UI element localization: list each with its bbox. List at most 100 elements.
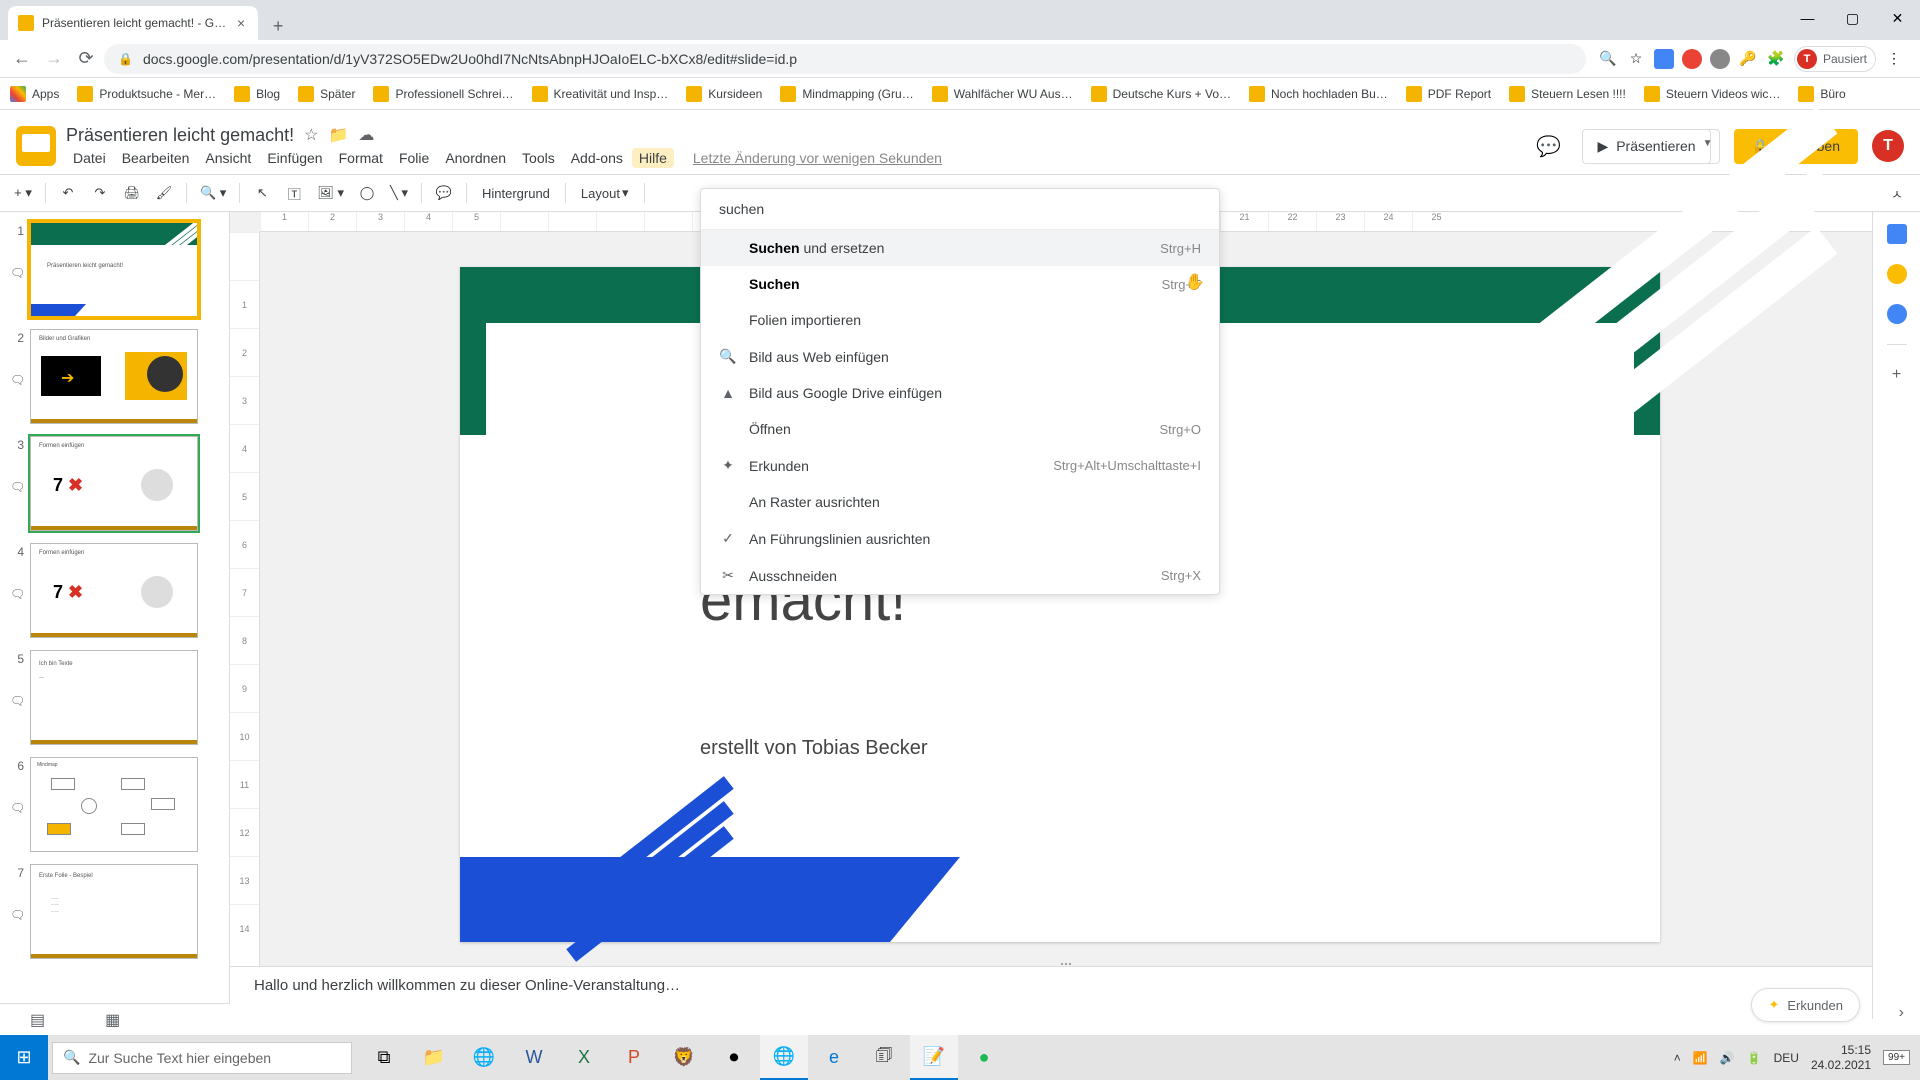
zoom-icon[interactable]: 🔍	[1598, 49, 1618, 69]
word-icon[interactable]: W	[510, 1035, 558, 1080]
obs-icon[interactable]: ⏺	[710, 1035, 758, 1080]
maximize-icon[interactable]: ▢	[1830, 0, 1875, 36]
undo-button[interactable]: ↶	[55, 180, 81, 206]
reload-button[interactable]: ⟳	[72, 45, 100, 73]
app-icon[interactable]: 🌐	[460, 1035, 508, 1080]
powerpoint-icon[interactable]: P	[610, 1035, 658, 1080]
help-search-input[interactable]: suchen	[701, 189, 1219, 230]
notepad-icon[interactable]: 📝	[910, 1035, 958, 1080]
app-icon-2[interactable]: 🗊	[860, 1035, 908, 1080]
taskbar-search[interactable]: 🔍 Zur Suche Text hier eingeben	[52, 1042, 352, 1074]
print-button[interactable]: 🖨	[119, 180, 145, 206]
zoom-button[interactable]: 🔍 ▾	[196, 180, 230, 206]
help-search-result[interactable]: SuchenStrg+F	[701, 266, 1219, 302]
bookmark-item[interactable]: Noch hochladen Bu…	[1249, 86, 1388, 102]
menu-bearbeiten[interactable]: Bearbeiten	[115, 148, 197, 168]
ext-icon-3[interactable]	[1710, 49, 1730, 69]
star-icon[interactable]: ☆	[304, 125, 318, 145]
menu-format[interactable]: Format	[332, 148, 390, 168]
wifi-icon[interactable]: 📶	[1693, 1051, 1708, 1065]
bookmark-item[interactable]: Produktsuche - Mer…	[77, 86, 216, 102]
profile-chip[interactable]: T Pausiert	[1794, 46, 1876, 72]
new-slide-button[interactable]: + ▾	[10, 180, 36, 206]
menu-hilfe[interactable]: Hilfe	[632, 148, 674, 168]
battery-icon[interactable]: 🔋	[1747, 1051, 1762, 1065]
menu-folie[interactable]: Folie	[392, 148, 436, 168]
move-icon[interactable]: 📁	[328, 125, 348, 145]
notes-resize-handle[interactable]	[1051, 963, 1081, 971]
calendar-icon[interactable]	[1887, 224, 1907, 244]
task-view-icon[interactable]: ⧉	[360, 1035, 408, 1080]
speaker-notes[interactable]: Hallo und herzlich willkommen zu dieser …	[230, 966, 1872, 1022]
select-tool[interactable]: ↖	[249, 180, 275, 206]
menu-ansicht[interactable]: Ansicht	[198, 148, 258, 168]
ext-icon-1[interactable]	[1654, 49, 1674, 69]
help-search-result[interactable]: ✦ErkundenStrg+Alt+Umschalttaste+I	[701, 447, 1219, 484]
help-search-result[interactable]: Folien importieren	[701, 302, 1219, 338]
paint-format-button[interactable]: 🖌	[151, 180, 177, 206]
help-search-result[interactable]: An Raster ausrichten	[701, 484, 1219, 520]
line-tool[interactable]: ╲ ▾	[386, 180, 412, 206]
collapse-toolbar-icon[interactable]: ㅅ	[1884, 180, 1910, 206]
slide-thumb-3[interactable]: Formen einfügen 7 ✖	[30, 436, 198, 531]
slide-thumb-7[interactable]: Erste Folie - Bespiel ——————	[30, 864, 198, 959]
comment-button[interactable]: 💬	[431, 180, 457, 206]
notifications-icon[interactable]: 99+	[1883, 1050, 1910, 1065]
bookmark-item[interactable]: Deutsche Kurs + Vo…	[1091, 86, 1231, 102]
brave-icon[interactable]: 🦁	[660, 1035, 708, 1080]
bookmark-item[interactable]: Blog	[234, 86, 280, 102]
bookmark-item[interactable]: Später	[298, 86, 355, 102]
back-button[interactable]: ←	[8, 45, 36, 73]
bookmark-item[interactable]: Mindmapping (Gru…	[780, 86, 913, 102]
spotify-icon[interactable]: ●	[960, 1035, 1008, 1080]
textbox-tool[interactable]: 🅃	[281, 180, 307, 206]
close-tab-icon[interactable]: ×	[234, 16, 248, 30]
grid-view-icon[interactable]: ▦	[105, 1010, 120, 1030]
slide-subtitle-text[interactable]: erstellt von Tobias Becker	[700, 737, 928, 760]
shape-tool[interactable]: ◯	[354, 180, 380, 206]
account-avatar[interactable]: T	[1872, 130, 1904, 162]
menu-einfuegen[interactable]: Einfügen	[260, 148, 329, 168]
slide-thumb-4[interactable]: Formen einfügen 7 ✖	[30, 543, 198, 638]
bookmark-apps[interactable]: Apps	[10, 86, 59, 102]
present-dropdown[interactable]: ▼	[1697, 129, 1720, 164]
slide-thumb-6[interactable]: Mindmap	[30, 757, 198, 852]
help-search-result[interactable]: ▲Bild aus Google Drive einfügen	[701, 375, 1219, 411]
bookmark-item[interactable]: Kreativität und Insp…	[532, 86, 669, 102]
tray-expand-icon[interactable]: ˄	[1674, 1051, 1681, 1065]
layout-button[interactable]: Layout ▾	[575, 180, 635, 206]
bookmark-item[interactable]: Steuern Videos wic…	[1644, 86, 1781, 102]
background-button[interactable]: Hintergrund	[476, 180, 556, 206]
bookmark-item[interactable]: Wahlfächer WU Aus…	[932, 86, 1073, 102]
excel-icon[interactable]: X	[560, 1035, 608, 1080]
redo-button[interactable]: ↷	[87, 180, 113, 206]
comments-icon[interactable]: 💬	[1528, 126, 1568, 166]
menu-tools[interactable]: Tools	[515, 148, 562, 168]
new-tab-button[interactable]: +	[264, 12, 292, 40]
image-tool[interactable]: 🖼 ▾	[313, 180, 348, 206]
extensions-icon[interactable]: 🧩	[1766, 49, 1786, 69]
menu-anordnen[interactable]: Anordnen	[438, 148, 513, 168]
bookmark-item[interactable]: Steuern Lesen !!!!	[1509, 86, 1626, 102]
star-icon[interactable]: ☆	[1626, 49, 1646, 69]
add-addon-icon[interactable]: +	[1887, 365, 1907, 385]
address-bar[interactable]: 🔒 docs.google.com/presentation/d/1yV372S…	[104, 44, 1586, 74]
ext-icon-4[interactable]: 🔑	[1738, 49, 1758, 69]
help-search-result[interactable]: Suchen und ersetzenStrg+H	[701, 230, 1219, 266]
language-indicator[interactable]: DEU	[1774, 1051, 1799, 1065]
clock[interactable]: 15:15 24.02.2021	[1811, 1043, 1871, 1072]
bookmark-item[interactable]: PDF Report	[1406, 86, 1491, 102]
filmstrip-view-icon[interactable]: ▤	[30, 1010, 45, 1030]
bookmark-item[interactable]: Büro	[1798, 86, 1845, 102]
minimize-icon[interactable]: —	[1785, 0, 1830, 36]
document-title[interactable]: Präsentieren leicht gemacht!	[66, 125, 294, 146]
filmstrip[interactable]: 1🗨 Präsentieren leicht gemacht! 2🗨 Bilde…	[0, 212, 230, 1019]
slides-logo-icon[interactable]	[16, 126, 56, 166]
help-search-result[interactable]: ✂AusschneidenStrg+X	[701, 557, 1219, 594]
close-window-icon[interactable]: ✕	[1875, 0, 1920, 36]
explorer-icon[interactable]: 📁	[410, 1035, 458, 1080]
slide-thumb-5[interactable]: Ich bin Texte —	[30, 650, 198, 745]
ext-icon-2[interactable]	[1682, 49, 1702, 69]
chrome-menu-icon[interactable]: ⋮	[1884, 49, 1904, 69]
help-search-result[interactable]: ✓An Führungslinien ausrichten	[701, 520, 1219, 557]
